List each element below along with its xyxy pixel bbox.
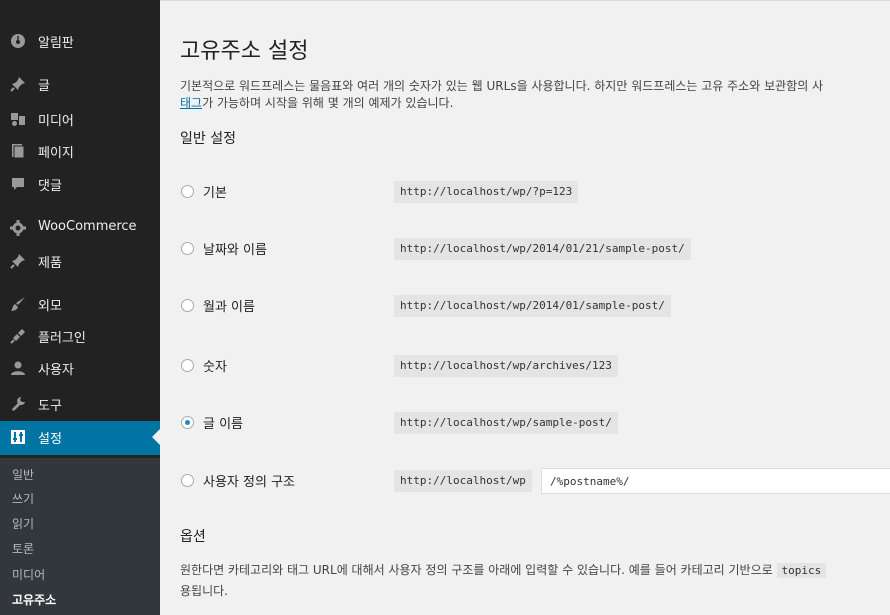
settings-submenu: 일반 쓰기 읽기 토론 미디어 고유주소 bbox=[0, 458, 160, 615]
submenu-item-discussion[interactable]: 토론 bbox=[12, 540, 34, 557]
sidebar-item-posts[interactable]: 글 bbox=[0, 68, 160, 100]
custom-structure-input[interactable] bbox=[541, 468, 890, 494]
radio-post-name[interactable] bbox=[181, 416, 194, 429]
sidebar-item-label: 글 bbox=[38, 79, 50, 94]
optional-section-title: 옵션 bbox=[180, 529, 206, 545]
sidebar-item-dashboard[interactable]: 알림판 bbox=[0, 25, 160, 57]
pin-icon bbox=[10, 77, 25, 92]
submenu-item-writing[interactable]: 쓰기 bbox=[12, 490, 34, 507]
sidebar-item-label: 알림판 bbox=[38, 36, 74, 51]
main-content: 고유주소 설정 기본적으로 워드프레스는 물음표와 여러 개의 숫자가 있는 웹… bbox=[160, 0, 890, 615]
sidebar-item-tools[interactable]: 도구 bbox=[0, 388, 160, 420]
optional-text-line2: 용됩니다. bbox=[180, 584, 228, 598]
option-url-example: http://localhost/wp/?p=123 bbox=[394, 181, 579, 203]
top-divider bbox=[160, 0, 890, 1]
sidebar-item-label: 댓글 bbox=[38, 179, 62, 194]
intro-text: 기본적으로 워드프레스는 물음표와 여러 개의 숫자가 있는 웹 URLs을 사… bbox=[180, 78, 890, 112]
option-url-example: http://localhost/wp/2014/01/sample-post/ bbox=[394, 295, 671, 317]
tags-link[interactable]: 태그 bbox=[180, 96, 202, 110]
sidebar-item-appearance[interactable]: 외모 bbox=[0, 288, 160, 320]
settings-icon bbox=[11, 430, 25, 444]
comment-icon bbox=[12, 178, 24, 190]
option-label[interactable]: 기본 bbox=[203, 182, 227, 201]
common-settings-title: 일반 설정 bbox=[180, 131, 236, 147]
page-title: 고유주소 설정 bbox=[180, 39, 309, 64]
custom-url-prefix: http://localhost/wp bbox=[394, 470, 532, 492]
wrench-icon bbox=[12, 397, 25, 411]
sidebar-item-label: 도구 bbox=[38, 399, 62, 414]
user-icon bbox=[11, 361, 25, 375]
sidebar-item-label: 페이지 bbox=[38, 146, 74, 161]
submenu-item-permalinks[interactable]: 고유주소 bbox=[12, 591, 56, 608]
active-indicator-arrow bbox=[152, 429, 160, 445]
sidebar-item-users[interactable]: 사용자 bbox=[0, 352, 160, 384]
option-label[interactable]: 날짜와 이름 bbox=[203, 239, 267, 258]
plugin-icon bbox=[10, 329, 25, 344]
option-url-example: http://localhost/wp/2014/01/21/sample-po… bbox=[394, 238, 691, 260]
sidebar-item-label: 설정 bbox=[38, 432, 62, 447]
radio-day-name[interactable] bbox=[181, 242, 194, 255]
radio-numeric[interactable] bbox=[181, 359, 194, 372]
option-label[interactable]: 숫자 bbox=[203, 356, 227, 375]
intro-line2: 가 가능하며 시작을 위해 몇 개의 예제가 있습니다. bbox=[202, 96, 454, 110]
sidebar-item-settings[interactable]: 설정 bbox=[0, 421, 160, 455]
media-icon bbox=[11, 113, 25, 126]
sidebar-item-comments[interactable]: 댓글 bbox=[0, 168, 160, 200]
option-label[interactable]: 글 이름 bbox=[203, 413, 243, 432]
sidebar-item-products[interactable]: 제품 bbox=[0, 245, 160, 277]
sidebar-item-label: 사용자 bbox=[38, 363, 74, 378]
sidebar-item-media[interactable]: 미디어 bbox=[0, 103, 160, 135]
option-label[interactable]: 월과 이름 bbox=[203, 296, 255, 315]
radio-custom[interactable] bbox=[181, 474, 194, 487]
woocommerce-icon bbox=[10, 220, 26, 236]
sidebar-item-label: 미디어 bbox=[38, 114, 74, 129]
brush-icon bbox=[11, 297, 25, 311]
sidebar-item-label: WooCommerce bbox=[38, 219, 137, 234]
option-url-example: http://localhost/wp/sample-post/ bbox=[394, 412, 618, 434]
page-icon bbox=[12, 144, 25, 159]
sidebar-item-label: 플러그인 bbox=[38, 331, 86, 346]
admin-sidebar: 알림판 글 미디어 페이지 댓글 WooCommerce 제품 외모 플러그인 … bbox=[0, 0, 160, 615]
option-label[interactable]: 사용자 정의 구조 bbox=[203, 471, 295, 490]
option-url-example: http://localhost/wp/archives/123 bbox=[394, 355, 618, 377]
submenu-item-media[interactable]: 미디어 bbox=[12, 566, 45, 583]
intro-line1: 기본적으로 워드프레스는 물음표와 여러 개의 숫자가 있는 웹 URLs을 사… bbox=[180, 79, 824, 93]
sidebar-item-woocommerce[interactable]: WooCommerce bbox=[0, 212, 160, 244]
sidebar-item-label: 제품 bbox=[38, 256, 62, 271]
radio-month-name[interactable] bbox=[181, 299, 194, 312]
submenu-item-general[interactable]: 일반 bbox=[12, 466, 34, 483]
optional-description: 원한다면 카테고리와 태그 URL에 대해서 사용자 정의 구조를 아래에 입력… bbox=[180, 560, 890, 601]
sidebar-item-plugins[interactable]: 플러그인 bbox=[0, 320, 160, 352]
topics-code: topics bbox=[776, 563, 827, 578]
sidebar-item-pages[interactable]: 페이지 bbox=[0, 135, 160, 167]
radio-default[interactable] bbox=[181, 185, 194, 198]
optional-text-line1: 원한다면 카테고리와 태그 URL에 대해서 사용자 정의 구조를 아래에 입력… bbox=[180, 563, 773, 577]
pin-icon bbox=[10, 254, 25, 269]
dashboard-icon bbox=[11, 34, 25, 48]
submenu-item-reading[interactable]: 읽기 bbox=[12, 515, 34, 532]
sidebar-item-label: 외모 bbox=[38, 299, 62, 314]
